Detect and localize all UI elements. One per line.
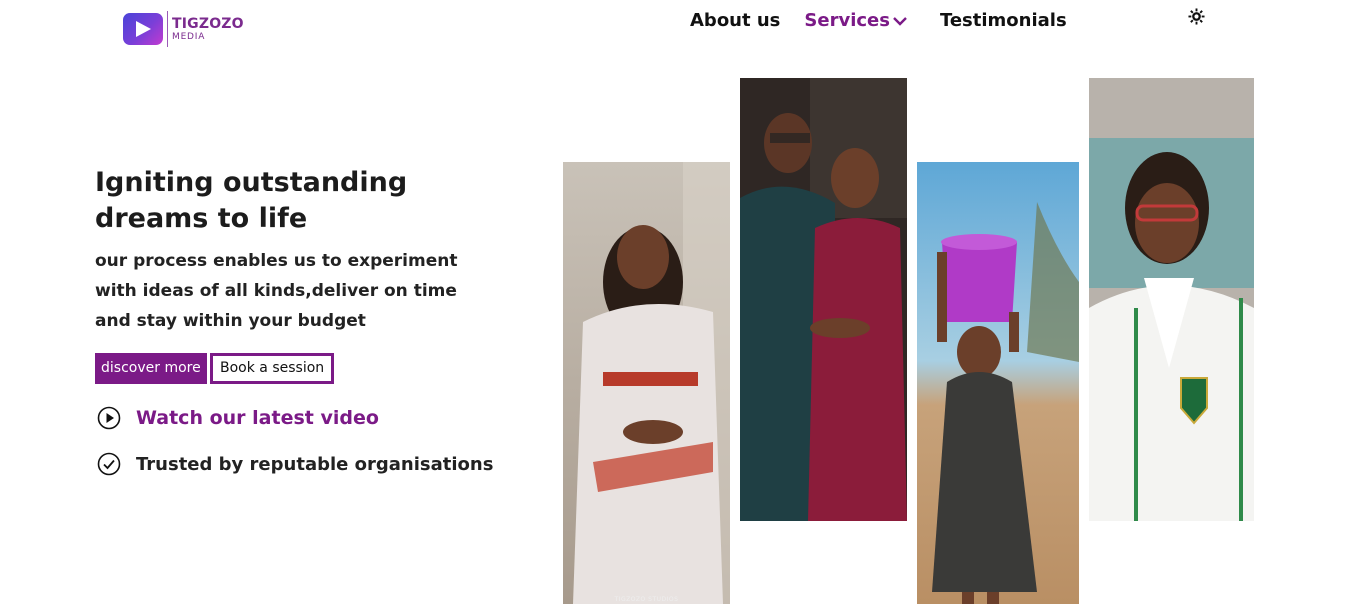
theme-toggle-icon[interactable] <box>1188 8 1205 25</box>
gallery-photo-couple <box>740 78 907 521</box>
brand-text: TIGZOZO MEDIA <box>172 17 244 42</box>
watch-video-label: Watch our latest video <box>136 407 379 429</box>
check-circle-icon <box>97 452 121 476</box>
nav-about[interactable]: About us <box>690 10 780 31</box>
nav-services-label: Services <box>804 10 890 31</box>
play-circle-icon <box>97 406 121 430</box>
nav-testimonials[interactable]: Testimonials <box>940 10 1067 31</box>
watch-video-link[interactable]: Watch our latest video <box>97 406 379 430</box>
logo-divider <box>167 11 168 47</box>
chevron-down-icon <box>893 16 907 26</box>
gallery-photo-child <box>917 162 1079 604</box>
brand-logo[interactable]: TIGZOZO MEDIA <box>123 11 244 47</box>
gallery-photo-student <box>1089 78 1254 521</box>
play-logo-icon <box>123 13 163 45</box>
photo-watermark: TIGZOZO STUDIOS <box>614 596 679 603</box>
main-nav: About us Services Testimonials <box>690 10 1067 31</box>
gallery-photo-bride: TIGZOZO STUDIOS <box>563 162 730 604</box>
trusted-label: Trusted by reputable organisations <box>136 453 494 475</box>
hero-subtitle: our process enables us to experiment wit… <box>95 251 458 331</box>
nav-services[interactable]: Services <box>804 10 908 31</box>
discover-more-button[interactable]: discover more <box>95 353 207 384</box>
book-session-button[interactable]: Book a session <box>210 353 335 384</box>
trusted-feature: Trusted by reputable organisations <box>97 452 493 476</box>
brand-sub: MEDIA <box>172 31 206 42</box>
hero-title: Igniting outstanding dreams to life <box>95 167 408 234</box>
brand-name: TIGZOZO <box>172 15 244 32</box>
